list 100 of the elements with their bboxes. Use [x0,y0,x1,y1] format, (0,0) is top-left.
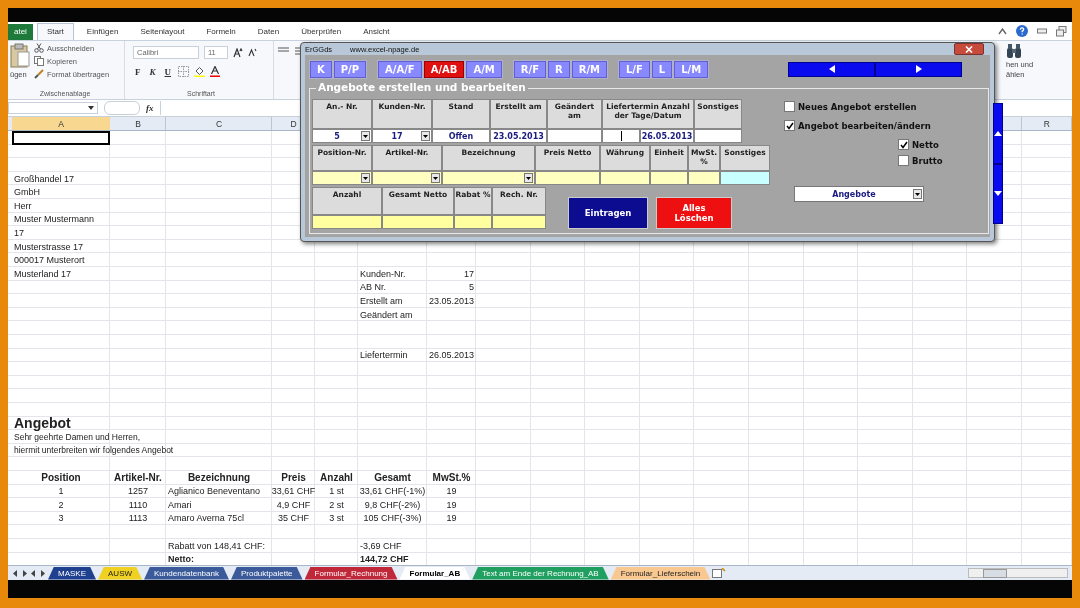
checkbox-label[interactable]: Neues Angebot erstellen [798,101,917,112]
address-line: Großhandel 17 [14,173,75,184]
info-label: Liefertermin [360,350,408,361]
table-cell: 2 [58,499,64,510]
input-field[interactable] [602,129,640,143]
dropdown-field[interactable]: 17 [372,129,432,143]
font-style-button[interactable]: F [133,66,143,77]
address-line: Muster Mustermann [14,214,95,225]
input-field[interactable] [600,171,650,185]
greeting-text: hiermit unterbreiten wir folgendes Angebot [14,445,174,456]
dropdown-field[interactable] [312,171,372,185]
font-style-button[interactable]: K [147,66,158,77]
grow-font-icon[interactable] [233,47,243,58]
ribbon-tab[interactable]: Start [36,23,74,40]
input-field[interactable]: 26.05.2013 [640,129,694,143]
sheet-tab[interactable]: Formular_AB [399,566,471,580]
scroll-down-button[interactable] [993,163,1003,224]
checkbox-label[interactable]: Netto [912,139,939,150]
dropdown-button[interactable] [431,173,440,183]
restore-icon[interactable] [1056,25,1067,37]
dropdown-field[interactable] [372,171,442,185]
input-field[interactable] [688,171,720,185]
dropdown-button[interactable] [361,131,370,141]
table-header: Artikel-Nr. [114,472,162,484]
insert-sheet-icon[interactable] [712,568,727,578]
dropdown-button[interactable] [524,173,533,183]
checkbox-label[interactable]: Angebot bearbeiten/ändern [798,120,931,131]
sheet-tab[interactable]: Formular_Rechnung [304,566,398,580]
shrink-font-icon[interactable] [248,48,257,57]
ribbon-tab[interactable]: Formeln [197,24,245,40]
input-field[interactable] [454,215,492,229]
input-field[interactable]: Offen [432,129,490,143]
column-header[interactable]: R [1021,117,1072,130]
address-line: Herr [14,200,32,211]
next-button[interactable] [875,61,962,77]
fill-color-icon[interactable] [194,66,205,77]
collapse-ribbon-icon[interactable] [998,27,1007,35]
input-field[interactable] [382,215,454,229]
minimize-icon[interactable] [1037,28,1047,34]
file-tab[interactable]: atei [8,24,33,40]
table-cell: 105 CHF(-3%) [363,513,422,524]
checkbox-label[interactable]: Brutto [912,155,943,166]
table-cell: 1 st [329,486,344,497]
clear-button[interactable]: Alles Löschen [656,197,732,229]
scrollbar-thumb[interactable] [983,568,1007,578]
table-header: Position [41,472,81,484]
clipboard-icon[interactable] [10,43,30,69]
selected-cell[interactable] [12,131,110,145]
dropdown-button[interactable] [361,173,370,183]
dropdown-field[interactable]: 5 [312,129,372,143]
sheet-tab[interactable]: Produktpalette [230,566,303,580]
table-header: MwSt.% [432,472,471,484]
ribbon-tab[interactable]: Überprüfen [292,24,351,40]
checkbox[interactable] [898,139,909,150]
right-triangle-icon [915,65,922,73]
font-style-button[interactable]: U [162,66,173,77]
input-field[interactable] [547,129,602,143]
column-header[interactable]: A [12,117,110,130]
scroll-up-button[interactable] [993,103,1003,164]
sheet-tab[interactable]: Kundendatenbank [144,566,229,580]
input-field[interactable] [492,215,546,229]
address-line: Musterstrasse 17 [14,241,84,252]
input-field[interactable] [720,171,770,185]
ribbon-tab[interactable]: Seitenlayout [131,24,194,40]
dropdown-button[interactable] [421,131,430,141]
font-color-icon[interactable] [210,66,220,77]
ribbon-tab[interactable]: Einfügen [77,24,128,40]
dropdown-field[interactable] [442,171,535,185]
input-field[interactable] [650,171,688,185]
sheet-tab[interactable]: Formular_Lieferschein [610,566,711,580]
sheet-tab[interactable]: MASKE [48,566,96,580]
input-field[interactable] [535,171,600,185]
close-button[interactable] [954,43,984,55]
column-header[interactable]: B [110,117,166,130]
insert-function-label[interactable]: fx [146,103,154,113]
sheet-tab[interactable]: AUSW [98,566,142,580]
list-dropdown[interactable]: Angebote [794,186,924,202]
navigation-button[interactable]: A/AB [423,60,465,78]
dropdown-button[interactable] [913,189,922,199]
input-field[interactable] [694,129,742,143]
table-cell: 1110 [128,499,148,510]
caret-icon [363,134,368,138]
binoculars-icon[interactable] [1006,43,1022,59]
submit-button[interactable]: Eintragen [568,197,648,229]
checkmark-icon [785,121,794,130]
checkbox[interactable] [784,120,795,131]
info-value: 5 [469,282,474,293]
horizontal-scrollbar[interactable] [968,568,1068,578]
help-icon[interactable] [1016,25,1028,37]
ribbon-tab[interactable]: Daten [248,24,289,40]
column-header[interactable]: C [166,117,272,130]
brush-icon [34,69,44,79]
input-field[interactable] [312,215,382,229]
ribbon-tab[interactable]: Ansicht [354,24,399,40]
borders-icon[interactable] [178,66,189,77]
previous-button[interactable] [788,61,875,77]
checkmark-icon [899,140,908,149]
checkbox[interactable] [784,101,795,112]
input-field[interactable]: 23.05.2013 [490,129,547,143]
checkbox[interactable] [898,155,909,166]
